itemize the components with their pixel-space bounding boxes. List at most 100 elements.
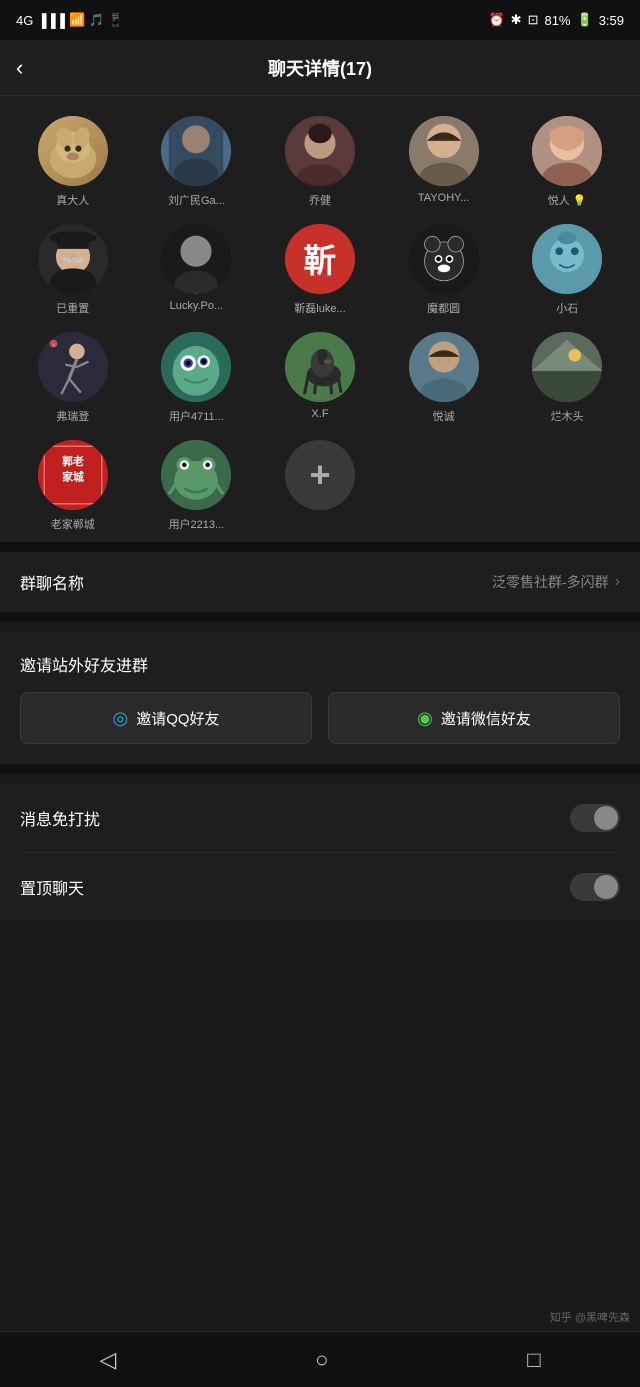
nav-recents-button[interactable]: □ — [527, 1347, 540, 1373]
group-name-label: 群聊名称 — [20, 570, 84, 594]
member-name: 靳磊luke... — [294, 300, 345, 316]
status-right: ⏰ ✱ ⊡ 81% 🔋 3:59 — [488, 12, 624, 28]
wechat-icon: ◉ — [417, 708, 433, 729]
invite-wechat-button[interactable]: ◉ 邀请微信好友 — [328, 692, 620, 744]
member-item[interactable]: 乔健 — [263, 116, 377, 208]
member-item[interactable]: 用户2213... — [140, 440, 254, 532]
time-display: 3:59 — [599, 13, 624, 28]
wifi-icon: 📶 — [69, 12, 85, 28]
member-name: 悦诚 — [433, 408, 455, 424]
member-name: Lucky.Po... — [170, 300, 224, 312]
battery-text: 81% — [544, 13, 570, 28]
back-button[interactable]: ‹ — [16, 55, 23, 81]
member-item[interactable]: 郭老 家城 老家郸城 — [16, 440, 130, 532]
member-name: TAYOHY... — [418, 192, 469, 204]
signal-bars: ▐▐▐ — [37, 13, 65, 28]
bluetooth-icon: ✱ — [511, 12, 522, 28]
alarm-icon: ⏰ — [488, 12, 504, 28]
member-name: 小石 — [556, 300, 578, 316]
invite-section: 邀请站外好友进群 ◎ 邀请QQ好友 ◉ 邀请微信好友 — [0, 632, 640, 764]
member-item[interactable]: TAYOHY... — [387, 116, 501, 208]
avatar — [285, 116, 355, 186]
invite-wx-label: 邀请微信好友 — [441, 708, 531, 729]
member-item[interactable]: 悦诚 — [387, 332, 501, 424]
member-item[interactable]: 真大人 — [16, 116, 130, 208]
signal-text: 4G — [16, 13, 33, 28]
app-icon: 📱 — [108, 13, 123, 27]
add-member-item[interactable]: + — [263, 440, 377, 532]
settings-section: 群聊名称 泛零售社群-多闪群 › — [0, 552, 640, 612]
avatar — [409, 116, 479, 186]
header: ‹ 聊天详情(17) — [0, 40, 640, 96]
member-item[interactable]: 用户4711... — [140, 332, 254, 424]
member-name: 刘广民Ga... — [168, 192, 225, 208]
avatar — [38, 116, 108, 186]
section-divider — [0, 542, 640, 552]
plus-icon: + — [309, 454, 330, 496]
status-bar: 4G ▐▐▐ 📶 🎵 📱 ⏰ ✱ ⊡ 81% 🔋 3:59 — [0, 0, 640, 40]
member-item[interactable]: 悦人 💡 — [510, 116, 624, 208]
pin-chat-toggle[interactable] — [570, 873, 620, 901]
svg-text:TikTok: TikTok — [62, 258, 84, 265]
qq-icon: ◎ — [112, 708, 128, 729]
avatar: TikTok — [38, 224, 108, 294]
member-item[interactable]: 魔都圆 — [387, 224, 501, 316]
avatar — [161, 440, 231, 510]
avatar — [285, 332, 355, 402]
pin-chat-label: 置顶聊天 — [20, 875, 84, 899]
member-item[interactable]: 刘广民Ga... — [140, 116, 254, 208]
member-name: 用户4711... — [169, 408, 224, 424]
group-name-row[interactable]: 群聊名称 泛零售社群-多闪群 › — [20, 552, 620, 612]
svg-text:✦: ✦ — [194, 291, 199, 294]
avatar — [532, 224, 602, 294]
invite-qq-button[interactable]: ◎ 邀请QQ好友 — [20, 692, 312, 744]
screenshot-icon: ⊡ — [528, 12, 539, 28]
member-name: 真大人 — [56, 192, 89, 208]
svg-text:郭老: 郭老 — [62, 454, 84, 468]
avatar — [532, 116, 602, 186]
avatar — [532, 332, 602, 402]
member-name: 弗瑞登 — [56, 408, 89, 424]
tiktok-icon: 🎵 — [89, 13, 104, 27]
member-name: 乔健 — [309, 192, 331, 208]
mute-notifications-toggle[interactable] — [570, 804, 620, 832]
avatar — [161, 116, 231, 186]
add-avatar-button[interactable]: + — [285, 440, 355, 510]
member-item[interactable]: 靳 靳磊luke... — [263, 224, 377, 316]
member-name: 用户2213... — [169, 516, 225, 532]
mute-notifications-label: 消息免打扰 — [20, 806, 100, 830]
svg-text:♪: ♪ — [52, 342, 54, 347]
member-item[interactable]: 烂木头 — [510, 332, 624, 424]
avatar — [161, 332, 231, 402]
avatar: 郭老 家城 — [38, 440, 108, 510]
member-name: 老家郸城 — [51, 516, 95, 532]
group-name-value: 泛零售社群-多闪群 › — [492, 572, 620, 592]
section-divider — [0, 612, 640, 622]
members-section: 真大人 刘广民Ga... — [0, 96, 640, 542]
page-title: 聊天详情(17) — [268, 55, 372, 81]
member-name: X.F — [311, 408, 328, 420]
members-grid: 真大人 刘广民Ga... — [16, 116, 624, 532]
member-name: 已重置 — [56, 300, 89, 316]
pin-chat-row: 置顶聊天 — [20, 853, 620, 921]
member-name: 悦人 💡 — [548, 192, 587, 208]
avatar: 靳 — [285, 224, 355, 294]
invite-title: 邀请站外好友进群 — [20, 652, 620, 676]
status-left: 4G ▐▐▐ 📶 🎵 📱 — [16, 12, 123, 28]
svg-text:家城: 家城 — [62, 469, 84, 483]
avatar — [409, 224, 479, 294]
member-name: 烂木头 — [551, 408, 584, 424]
member-item[interactable]: 小石 — [510, 224, 624, 316]
watermark: 知乎 @黑啤先森 — [550, 1309, 630, 1325]
member-item[interactable]: TikTok 已重置 — [16, 224, 130, 316]
member-item[interactable]: X.F — [263, 332, 377, 424]
chevron-right-icon: › — [615, 573, 620, 591]
avatar — [409, 332, 479, 402]
nav-home-button[interactable]: ○ — [315, 1347, 328, 1373]
nav-back-button[interactable]: ◁ — [99, 1347, 116, 1373]
member-item[interactable]: ✦ Lucky.Po... — [140, 224, 254, 316]
member-item[interactable]: ♪ 弗瑞登 — [16, 332, 130, 424]
bottom-spacer — [0, 921, 640, 1001]
member-name: 魔都圆 — [427, 300, 460, 316]
avatar: ♪ — [38, 332, 108, 402]
